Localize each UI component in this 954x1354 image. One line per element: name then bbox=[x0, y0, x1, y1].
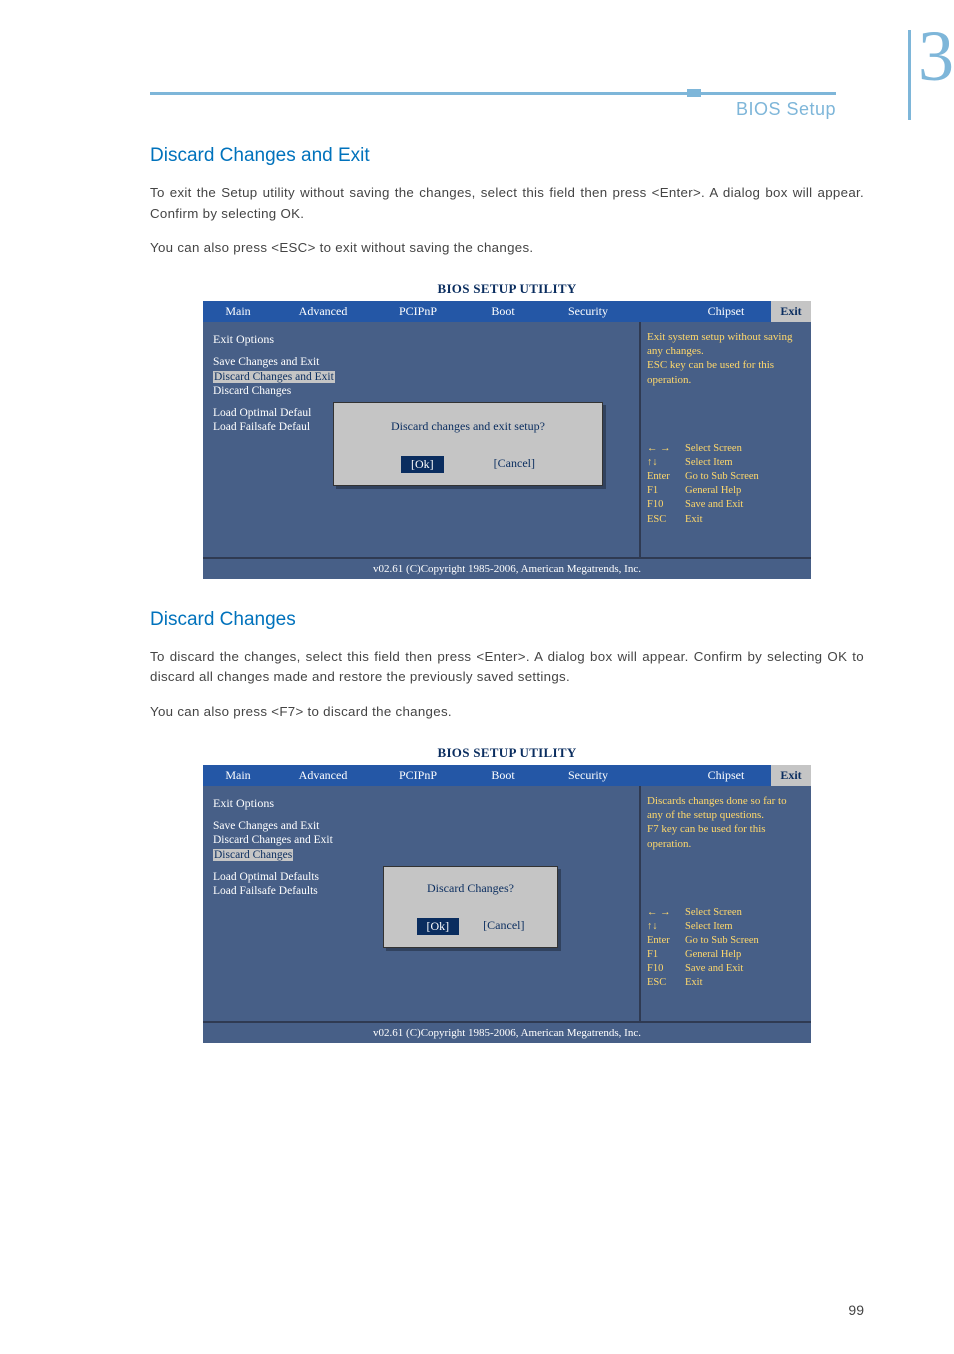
nav-val: Exit bbox=[685, 976, 703, 990]
chapter-number: 3 bbox=[908, 20, 954, 92]
exit-options-header: Exit Options bbox=[213, 794, 629, 819]
bios-title: BIOS SETUP UTILITY bbox=[203, 741, 811, 765]
nav-key: Enter bbox=[647, 934, 685, 948]
bios-body: Exit Options Save Changes and Exit Disca… bbox=[203, 322, 811, 557]
nav-key: ESC bbox=[647, 513, 685, 527]
help-text: Discards changes done so far to any of t… bbox=[647, 794, 805, 851]
menu-pcipnp[interactable]: PCIPnP bbox=[373, 301, 463, 322]
menu-spacer bbox=[633, 301, 681, 322]
header-tick bbox=[687, 89, 701, 97]
cancel-button[interactable]: [Cancel] bbox=[483, 918, 524, 935]
menu-advanced[interactable]: Advanced bbox=[273, 765, 373, 786]
nav-val: Go to Sub Screen bbox=[685, 470, 759, 484]
nav-val: Save and Exit bbox=[685, 498, 743, 512]
exit-item-discard-exit[interactable]: Discard Changes and Exit bbox=[213, 833, 629, 847]
nav-val: Select Item bbox=[685, 456, 733, 470]
nav-legend: ← →Select Screen ↑↓Select Item EnterGo t… bbox=[647, 442, 805, 527]
nav-val: Select Item bbox=[685, 920, 733, 934]
nav-val: Exit bbox=[685, 513, 703, 527]
paragraph: You can also press <ESC> to exit without… bbox=[150, 238, 864, 259]
menu-chipset[interactable]: Chipset bbox=[681, 765, 771, 786]
nav-key: ↑↓ bbox=[647, 456, 685, 470]
bios-help-pane: Exit system setup without saving any cha… bbox=[641, 322, 811, 557]
bios-screenshot-1: BIOS SETUP UTILITY Main Advanced PCIPnP … bbox=[203, 277, 811, 579]
bios-footer: v02.61 (C)Copyright 1985-2006, American … bbox=[203, 1021, 811, 1043]
nav-val: Save and Exit bbox=[685, 962, 743, 976]
menu-main[interactable]: Main bbox=[203, 301, 273, 322]
section-header: BIOS Setup bbox=[150, 92, 836, 124]
menu-boot[interactable]: Boot bbox=[463, 301, 543, 322]
bios-left-pane: Exit Options Save Changes and Exit Disca… bbox=[203, 786, 641, 1021]
paragraph: You can also press <F7> to discard the c… bbox=[150, 702, 864, 723]
dialog-title: Discard Changes? bbox=[394, 881, 547, 896]
heading-discard-exit: Discard Changes and Exit bbox=[150, 145, 864, 167]
nav-key: ESC bbox=[647, 976, 685, 990]
nav-key: Enter bbox=[647, 470, 685, 484]
bios-title: BIOS SETUP UTILITY bbox=[203, 277, 811, 301]
chapter-bar bbox=[908, 30, 911, 120]
nav-key: ↑↓ bbox=[647, 920, 685, 934]
dialog-title: Discard changes and exit setup? bbox=[344, 419, 592, 434]
menu-main[interactable]: Main bbox=[203, 765, 273, 786]
nav-legend: ← →Select Screen ↑↓Select Item EnterGo t… bbox=[647, 906, 805, 991]
dialog-buttons: [Ok] [Cancel] bbox=[394, 918, 547, 935]
exit-item-discard-exit[interactable]: Discard Changes and Exit bbox=[213, 371, 335, 383]
menu-exit[interactable]: Exit bbox=[771, 301, 811, 322]
menu-advanced[interactable]: Advanced bbox=[273, 301, 373, 322]
exit-item-save-exit[interactable]: Save Changes and Exit bbox=[213, 355, 629, 369]
page-number: 99 bbox=[848, 1302, 864, 1318]
nav-key: ← → bbox=[647, 442, 685, 456]
heading-discard: Discard Changes bbox=[150, 609, 864, 631]
nav-val: General Help bbox=[685, 948, 741, 962]
nav-val: Go to Sub Screen bbox=[685, 934, 759, 948]
nav-val: General Help bbox=[685, 484, 741, 498]
bios-dialog: Discard Changes? [Ok] [Cancel] bbox=[383, 866, 558, 948]
exit-item-discard[interactable]: Discard Changes bbox=[213, 384, 629, 398]
page-content: Discard Changes and Exit To exit the Set… bbox=[150, 145, 864, 1073]
nav-val: Select Screen bbox=[685, 442, 742, 456]
menu-security[interactable]: Security bbox=[543, 765, 633, 786]
menu-security[interactable]: Security bbox=[543, 301, 633, 322]
nav-key: F10 bbox=[647, 962, 685, 976]
menu-pcipnp[interactable]: PCIPnP bbox=[373, 765, 463, 786]
nav-key: F10 bbox=[647, 498, 685, 512]
paragraph: To exit the Setup utility without saving… bbox=[150, 183, 864, 224]
ok-button[interactable]: [Ok] bbox=[417, 918, 460, 935]
bios-footer: v02.61 (C)Copyright 1985-2006, American … bbox=[203, 557, 811, 579]
exit-item-save-exit[interactable]: Save Changes and Exit bbox=[213, 819, 629, 833]
chapter-badge: 3 bbox=[908, 20, 954, 92]
exit-options-header: Exit Options bbox=[213, 330, 629, 355]
bios-dialog: Discard changes and exit setup? [Ok] [Ca… bbox=[333, 402, 603, 486]
section-label-text: BIOS Setup bbox=[150, 99, 836, 120]
menu-boot[interactable]: Boot bbox=[463, 765, 543, 786]
bios-screenshot-2: BIOS SETUP UTILITY Main Advanced PCIPnP … bbox=[203, 741, 811, 1043]
nav-key: F1 bbox=[647, 948, 685, 962]
exit-item-discard[interactable]: Discard Changes bbox=[213, 849, 293, 861]
paragraph: To discard the changes, select this fiel… bbox=[150, 647, 864, 688]
ok-button[interactable]: [Ok] bbox=[401, 456, 444, 473]
bios-menu-bar: Main Advanced PCIPnP Boot Security Chips… bbox=[203, 765, 811, 786]
menu-spacer bbox=[633, 765, 681, 786]
bios-body: Exit Options Save Changes and Exit Disca… bbox=[203, 786, 811, 1021]
menu-chipset[interactable]: Chipset bbox=[681, 301, 771, 322]
nav-key: F1 bbox=[647, 484, 685, 498]
bios-help-pane: Discards changes done so far to any of t… bbox=[641, 786, 811, 1021]
help-text: Exit system setup without saving any cha… bbox=[647, 330, 805, 387]
bios-menu-bar: Main Advanced PCIPnP Boot Security Chips… bbox=[203, 301, 811, 322]
dialog-buttons: [Ok] [Cancel] bbox=[344, 456, 592, 473]
cancel-button[interactable]: [Cancel] bbox=[494, 456, 535, 473]
menu-exit[interactable]: Exit bbox=[771, 765, 811, 786]
bios-left-pane: Exit Options Save Changes and Exit Disca… bbox=[203, 322, 641, 557]
nav-key: ← → bbox=[647, 906, 685, 920]
nav-val: Select Screen bbox=[685, 906, 742, 920]
